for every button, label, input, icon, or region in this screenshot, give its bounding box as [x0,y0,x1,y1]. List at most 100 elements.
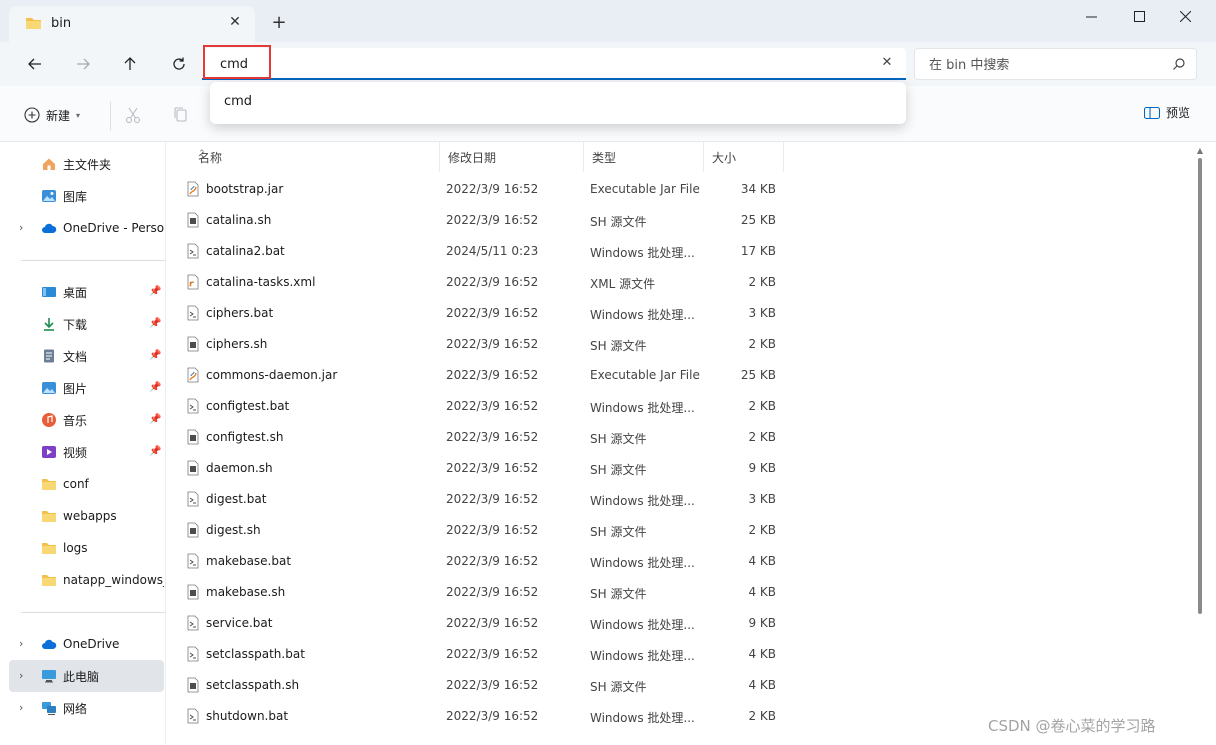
file-date: 2022/3/9 16:52 [446,399,539,413]
close-icon[interactable]: ✕ [225,12,245,32]
sidebar-item-downloads[interactable]: 下载 📌 [9,308,164,340]
sidebar-item-videos[interactable]: 视频 📌 [9,436,164,468]
table-row[interactable]: ciphers.sh 2022/3/9 16:52 SH 源文件 2 KB [182,329,782,360]
sidebar-item-label: OneDrive [63,637,120,651]
file-size: 2 KB [748,709,776,723]
search-input[interactable] [929,56,1159,74]
table-row[interactable]: daemon.sh 2022/3/9 16:52 SH 源文件 9 KB [182,453,782,484]
address-suggestions: cmd [210,82,906,124]
table-row[interactable]: configtest.bat 2022/3/9 16:52 Windows 批处理.… [182,391,782,422]
folder-icon [26,18,41,29]
plus-circle-icon [24,107,40,123]
new-tab-button[interactable]: + [268,12,290,34]
pin-icon[interactable]: 📌 [149,382,161,394]
sidebar-item-gallery[interactable]: 图库 [9,180,164,212]
preview-pane-icon [1143,106,1160,119]
sidebar-item-music[interactable]: 音乐 📌 [9,404,164,436]
column-header-date[interactable]: 修改日期 [440,142,584,172]
pin-icon[interactable]: 📌 [149,286,161,298]
scroll-up-arrow-icon[interactable]: ▲ [1194,146,1206,156]
pin-icon[interactable]: 📌 [149,446,161,458]
sidebar-item-logs[interactable]: logs [9,532,164,564]
address-input[interactable] [220,55,860,73]
chevron-right-icon[interactable]: › [19,638,29,649]
table-row[interactable]: bootstrap.jar 2022/3/9 16:52 Executable Ja… [182,174,782,205]
refresh-button[interactable] [164,50,194,78]
chevron-right-icon[interactable]: › [19,222,29,233]
sidebar-item-label: logs [63,541,88,555]
file-name: makebase.sh [206,585,286,599]
search-box[interactable] [914,48,1197,80]
sidebar-item-label: natapp_windows_amd64 [63,573,164,587]
pin-icon[interactable]: 📌 [149,350,161,362]
file-name: configtest.sh [206,430,284,444]
table-row[interactable]: digest.bat 2022/3/9 16:52 Windows 批处理... 3 … [182,484,782,515]
arrow-left-icon [28,58,41,70]
table-row[interactable]: makebase.sh 2022/3/9 16:52 SH 源文件 4 KB [182,577,782,608]
cloud-icon [42,223,57,233]
table-row[interactable]: catalina.sh 2022/3/9 16:52 SH 源文件 25 KB [182,205,782,236]
chevron-right-icon[interactable]: › [19,702,29,713]
sidebar-item-pictures[interactable]: 图片 📌 [9,372,164,404]
new-button[interactable]: 新建 ▾ [24,102,80,128]
column-header-type[interactable]: 类型 [584,142,704,172]
suggestion-item[interactable]: cmd [224,94,252,109]
sidebar-item-this-pc[interactable]: › 此电脑 [9,660,164,692]
close-icon[interactable]: ✕ [878,54,896,72]
column-header-name[interactable]: ⌃ 名称 [190,142,440,172]
tab-bin[interactable]: bin ✕ [9,6,255,42]
table-row[interactable]: catalina2.bat 2024/5/11 0:23 Windows 批处理..… [182,236,782,267]
table-row[interactable]: setclasspath.bat 2022/3/9 16:52 Windows 批处… [182,639,782,670]
sidebar-divider [21,260,165,261]
file-date: 2022/3/9 16:52 [446,616,539,630]
file-date: 2022/3/9 16:52 [446,709,539,723]
back-button[interactable] [20,50,50,78]
file-type: XML 源文件 [590,277,656,291]
file-type: Executable Jar File [590,182,700,196]
sidebar-item-network[interactable]: › 网络 [9,692,164,724]
file-type: SH 源文件 [590,215,647,229]
file-type: SH 源文件 [590,339,647,353]
bat-file-icon [187,615,199,631]
bat-file-icon [187,491,199,507]
table-row[interactable]: digest.sh 2022/3/9 16:52 SH 源文件 2 KB [182,515,782,546]
sidebar-item-label: 主文件夹 [63,157,112,172]
sidebar-item-conf[interactable]: conf [9,468,164,500]
cut-icon[interactable] [124,106,142,124]
table-row[interactable]: service.bat 2022/3/9 16:52 Windows 批处理... 9… [182,608,782,639]
sidebar-item-label: webapps [63,509,117,523]
pin-icon[interactable]: 📌 [149,318,161,330]
sidebar-item-onedrive-personal[interactable]: › OneDrive - Personal [9,212,164,244]
sidebar-item-natapp[interactable]: natapp_windows_amd64 [9,564,164,596]
file-list: ⌃ 名称 修改日期 类型 大小 bootstrap.jar 2022/3/9 16… [166,142,1216,745]
table-row[interactable]: ciphers.bat 2022/3/9 16:52 Windows 批处理... 3… [182,298,782,329]
copy-icon[interactable] [172,106,190,124]
pin-icon[interactable]: 📌 [149,414,161,426]
forward-button[interactable] [68,50,98,78]
column-header-size[interactable]: 大小 [704,142,784,172]
close-window-button[interactable] [1162,0,1208,32]
navigation-pane: 主文件夹 图库 › OneDrive - Personal 桌面 📌 下载 📌 … [9,142,166,745]
table-row[interactable]: setclasspath.sh 2022/3/9 16:52 SH 源文件 4 KB [182,670,782,701]
address-bar[interactable]: ✕ [202,48,906,80]
preview-button[interactable]: 预览 [1143,104,1190,121]
sidebar-item-onedrive[interactable]: › OneDrive [9,628,164,660]
chevron-right-icon[interactable]: › [19,670,29,681]
sidebar-item-webapps[interactable]: webapps [9,500,164,532]
up-button[interactable] [115,50,145,78]
search-icon[interactable] [1172,57,1186,71]
table-row[interactable]: makebase.bat 2022/3/9 16:52 Windows 批处理...… [182,546,782,577]
file-name: ciphers.sh [206,337,268,351]
vertical-scrollbar[interactable] [1198,158,1202,614]
table-row[interactable]: configtest.sh 2022/3/9 16:52 SH 源文件 2 KB [182,422,782,453]
table-row[interactable]: shutdown.bat 2022/3/9 16:52 Windows 批处理...… [182,701,782,732]
file-size: 3 KB [748,306,776,320]
table-row[interactable]: catalina-tasks.xml 2022/3/9 16:52 XML 源文件 2… [182,267,782,298]
sidebar-item-desktop[interactable]: 桌面 📌 [9,276,164,308]
sidebar-item-documents[interactable]: 文档 📌 [9,340,164,372]
maximize-button[interactable] [1116,0,1162,32]
minimize-button[interactable] [1068,0,1114,32]
sidebar-item-home[interactable]: 主文件夹 [9,148,164,180]
file-name: setclasspath.bat [206,647,305,661]
table-row[interactable]: commons-daemon.jar 2022/3/9 16:52 Executab… [182,360,782,391]
